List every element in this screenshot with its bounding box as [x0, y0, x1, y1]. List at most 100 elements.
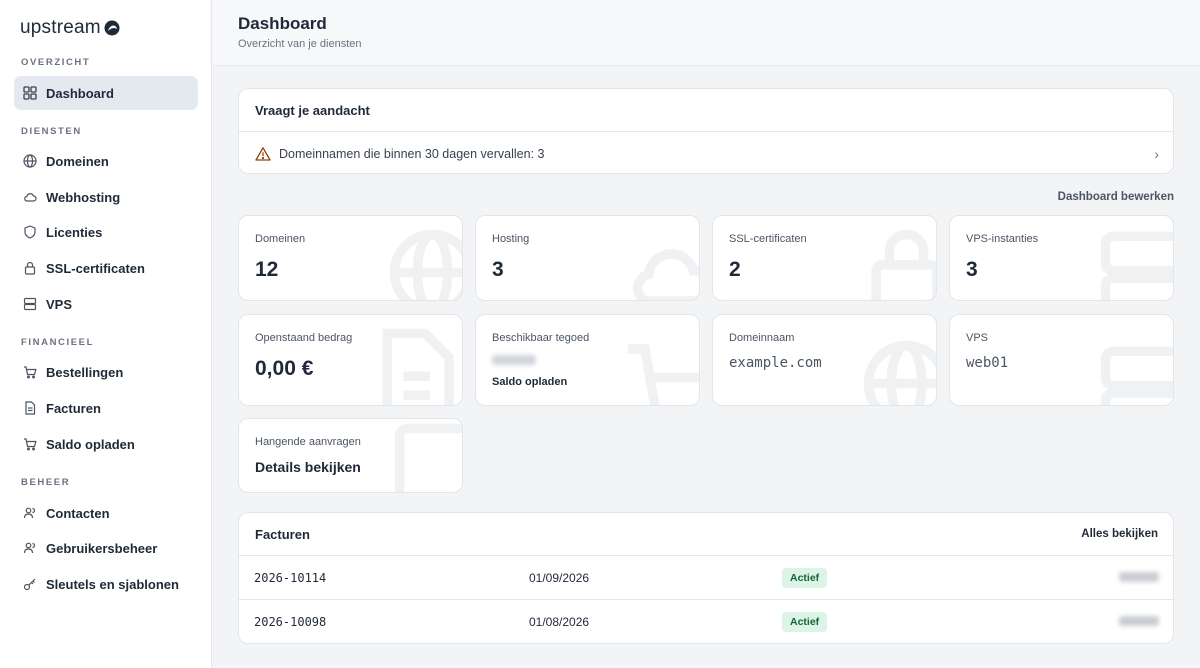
sidebar-item-facturen[interactable]: Facturen: [14, 391, 198, 425]
globe-icon: [389, 229, 462, 300]
sidebar-item-saldo-opladen[interactable]: Saldo opladen: [14, 427, 198, 461]
chevron-right-icon: ›: [1154, 146, 1159, 162]
invoice-number: 2026-10098: [254, 615, 327, 629]
card-value: web01: [966, 355, 1009, 371]
page-title: Dashboard: [238, 14, 327, 33]
attention-item[interactable]: Domeinnamen die binnen 30 dagen vervalle…: [239, 132, 1173, 173]
status-badge: Actief: [782, 612, 828, 632]
card-value: 3: [966, 258, 978, 281]
sidebar-item-label: Contacten: [46, 505, 110, 521]
document-icon: [382, 328, 454, 405]
sidebar-item-label: Webhosting: [46, 189, 121, 205]
balance-amount-redacted: [492, 355, 536, 365]
key-icon: [23, 577, 37, 591]
logo[interactable]: upstream: [20, 17, 120, 39]
table-row[interactable]: 2026-10098 01/08/2026 Actief: [239, 601, 1173, 643]
sidebar-item-label: Gebruikersbeheer: [46, 540, 158, 556]
globe-icon: [23, 154, 37, 168]
sidebar: upstream OVERZICHT Dashboard DIENSTEN Do…: [0, 0, 212, 668]
page-header: Dashboard Overzicht van je diensten: [213, 0, 1200, 66]
card-label: SSL-certificaten: [729, 233, 807, 245]
sidebar-item-ssl[interactable]: SSL-certificaten: [14, 251, 198, 285]
lock-icon: [871, 229, 936, 300]
sidebar-item-label: Bestellingen: [46, 364, 124, 380]
card-label: Openstaand bedrag: [255, 332, 353, 344]
sidebar-item-sleutels[interactable]: Sleutels en sjablonen: [14, 567, 198, 601]
card-value: 12: [255, 258, 279, 281]
server-icon: [1100, 231, 1173, 300]
attention-title: Vraagt je aandacht: [255, 103, 370, 118]
card-domains[interactable]: Domeinen 12: [238, 215, 463, 301]
sidebar-item-contacten[interactable]: Contacten: [14, 496, 198, 530]
view-details-link[interactable]: Details bekijken: [255, 459, 361, 475]
card-hosting[interactable]: Hosting 3: [475, 215, 700, 301]
card-label: Domeinen: [255, 233, 306, 245]
card-value: example.com: [729, 355, 822, 371]
sidebar-item-licenties[interactable]: Licenties: [14, 215, 198, 249]
sidebar-item-label: Sleutels en sjablonen: [46, 576, 179, 592]
sidebar-item-label: Dashboard: [46, 85, 114, 101]
grid-icon: [23, 86, 37, 100]
invoice-date: 01/09/2026: [529, 571, 590, 585]
invoice-number: 2026-10114: [254, 571, 327, 585]
globe-icon: [863, 340, 936, 405]
cloud-icon: [23, 190, 37, 204]
warning-icon: [255, 146, 271, 161]
card-balance: Beschikbaar tegoed Saldo opladen: [475, 314, 700, 406]
section-title-beheer: BEHEER: [21, 477, 71, 488]
card-value: 0,00 €: [255, 357, 314, 380]
attention-panel: Vraagt je aandacht Domeinnamen die binne…: [238, 88, 1174, 174]
cart-icon: [23, 437, 37, 451]
server-icon: [23, 297, 37, 311]
status-badge: Actief: [782, 568, 828, 588]
cloud-icon: [633, 249, 699, 300]
invoices-header: Facturen Alles bekijken: [239, 513, 1173, 556]
invoice-amount-redacted: [1119, 572, 1159, 582]
table-row[interactable]: 2026-10114 01/09/2026 Actief: [239, 557, 1173, 600]
invoices-panel: Facturen Alles bekijken 2026-10114 01/09…: [238, 512, 1174, 644]
view-all-link[interactable]: Alles bekijken: [1081, 528, 1158, 540]
sidebar-item-domeinen[interactable]: Domeinen: [14, 144, 198, 178]
sidebar-item-label: VPS: [46, 296, 73, 312]
logo-mark-icon: [104, 20, 120, 36]
message-icon: [394, 423, 462, 492]
edit-dashboard-link[interactable]: Dashboard bewerken: [1058, 191, 1174, 203]
invoice-amount-redacted: [1119, 616, 1159, 626]
card-label: VPS-instanties: [966, 233, 1039, 245]
sidebar-item-vps[interactable]: VPS: [14, 287, 198, 321]
document-icon: [23, 401, 37, 415]
users-icon: [23, 506, 37, 520]
sidebar-item-label: SSL-certificaten: [46, 260, 145, 276]
invoice-date: 01/08/2026: [529, 615, 590, 629]
sidebar-item-bestellingen[interactable]: Bestellingen: [14, 355, 198, 389]
card-vps[interactable]: VPS web01: [949, 314, 1174, 406]
sidebar-item-label: Facturen: [46, 400, 101, 416]
lock-icon: [23, 261, 37, 275]
users-icon: [23, 541, 37, 555]
card-label: Hangende aanvragen: [255, 436, 361, 448]
sidebar-item-gebruikersbeheer[interactable]: Gebruikersbeheer: [14, 531, 198, 565]
card-label: Domeinnaam: [729, 332, 795, 344]
page-subtitle: Overzicht van je diensten: [238, 38, 362, 50]
server-icon: [1100, 346, 1173, 405]
card-value: 2: [729, 258, 741, 281]
card-ssl[interactable]: SSL-certificaten 2: [712, 215, 937, 301]
sidebar-item-webhosting[interactable]: Webhosting: [14, 180, 198, 214]
sidebar-item-label: Domeinen: [46, 153, 109, 169]
card-label: VPS: [966, 332, 989, 344]
attention-item-text: Domeinnamen die binnen 30 dagen vervalle…: [279, 146, 545, 161]
section-title-financieel: FINANCIEEL: [21, 337, 94, 348]
sidebar-item-dashboard[interactable]: Dashboard: [14, 76, 198, 110]
card-vps-instances[interactable]: VPS-instanties 3: [949, 215, 1174, 301]
invoices-title: Facturen: [255, 527, 310, 542]
card-value: 3: [492, 258, 504, 281]
sidebar-item-label: Licenties: [46, 224, 103, 240]
topup-link[interactable]: Saldo opladen: [492, 376, 567, 388]
cart-icon: [627, 344, 699, 405]
logo-text: upstream: [20, 17, 101, 38]
card-domain-name[interactable]: Domeinnaam example.com: [712, 314, 937, 406]
card-label: Beschikbaar tegoed: [492, 332, 590, 344]
section-title-diensten: DIENSTEN: [21, 126, 82, 137]
card-label: Hosting: [492, 233, 530, 245]
card-outstanding[interactable]: Openstaand bedrag 0,00 €: [238, 314, 463, 406]
